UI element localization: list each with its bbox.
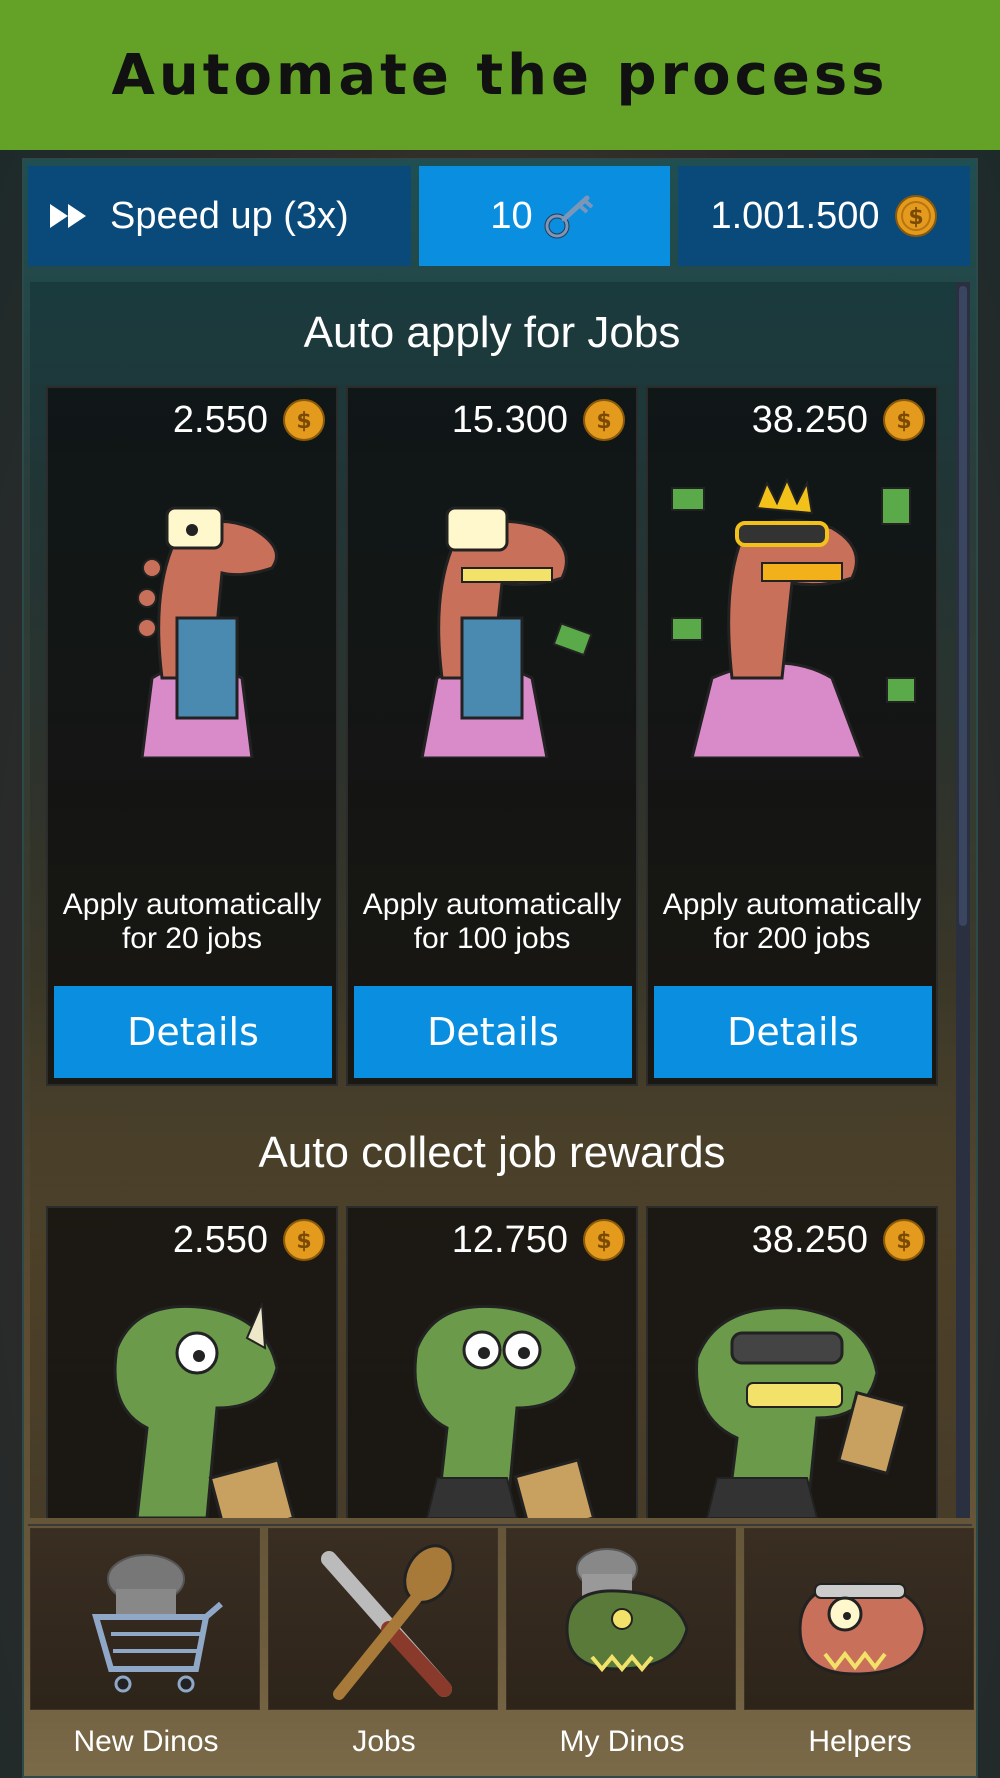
scrollbar-thumb[interactable]	[959, 286, 967, 926]
coin-balance[interactable]: 1.001.500 $	[678, 166, 970, 266]
coin-icon: $	[283, 1219, 325, 1261]
nav-label-new-dinos: New Dinos	[73, 1725, 219, 1758]
green-dino-suit-icon	[413, 1304, 596, 1518]
helper-card-collect-3: 38.250 $	[646, 1206, 938, 1518]
nav-tab-helpers[interactable]: Helpers	[744, 1528, 974, 1758]
price: 12.750 $	[452, 1218, 626, 1262]
details-button[interactable]: Details	[654, 986, 932, 1078]
knife-spoon-icon	[321, 1544, 455, 1700]
svg-text:$: $	[296, 409, 311, 434]
price-value: 38.250	[751, 1218, 868, 1261]
green-dino-boss-icon	[695, 1306, 908, 1518]
coin-icon: $	[883, 1219, 925, 1261]
helper-card-apply-20: 2.550 $ Apply automatically for 20 jobs …	[46, 386, 338, 1086]
dino-chef-icon	[565, 1548, 689, 1673]
key-icon	[544, 195, 593, 239]
dino-helper-icon	[798, 1582, 927, 1676]
helpers-list[interactable]: Auto apply for Jobs 2.550 $ Apply automa…	[30, 282, 970, 1518]
speed-up-label: Speed up (3x)	[110, 194, 349, 237]
svg-text:$: $	[896, 409, 911, 434]
top-bar: Speed up (3x) 10 1.001.500 $	[28, 166, 972, 268]
header-banner: Automate the process	[0, 0, 1000, 150]
green-dino-clipboard-icon	[113, 1302, 296, 1518]
dino-clerk-icon	[137, 506, 278, 758]
helper-card-collect-1: 2.550 $	[46, 1206, 338, 1518]
svg-text:$: $	[296, 1229, 311, 1254]
nav-tab-my-dinos[interactable]: My Dinos	[506, 1528, 736, 1758]
helper-card-apply-200: 38.250 $ Apply automatically for 200 job…	[646, 386, 938, 1086]
svg-text:$: $	[596, 409, 611, 434]
coin-icon: $	[583, 1219, 625, 1261]
description: Apply automatically for 100 jobs	[362, 888, 622, 955]
coin-icon: $	[583, 399, 625, 441]
price-value: 2.550	[172, 1218, 268, 1261]
nav-label-jobs: Jobs	[352, 1725, 416, 1758]
keys-counter[interactable]: 10	[419, 166, 670, 266]
dino-braces-icon	[420, 506, 593, 758]
coin-amount: 1.001.500	[710, 194, 880, 237]
dino-rich-icon	[671, 477, 916, 758]
price-value: 2.550	[172, 398, 268, 441]
shopping-cart-icon	[92, 1554, 223, 1693]
helper-card-apply-100: 15.300 $ Apply automatically for 100 job…	[346, 386, 638, 1086]
nav-tab-new-dinos[interactable]: New Dinos	[30, 1528, 260, 1758]
keys-count: 10	[490, 194, 533, 237]
price: 2.550 $	[173, 398, 326, 442]
helper-card-collect-2: 12.750 $	[346, 1206, 638, 1518]
price-value: 15.300	[451, 398, 568, 441]
coin-icon: $	[894, 195, 937, 237]
price-value: 38.250	[751, 398, 868, 441]
nav-label-helpers: Helpers	[808, 1725, 912, 1758]
price-value: 12.750	[451, 1218, 568, 1261]
details-button[interactable]: Details	[354, 986, 632, 1078]
nav-label-my-dinos: My Dinos	[559, 1725, 685, 1758]
price: 38.250 $	[752, 398, 926, 442]
bottom-navigation: New Dinos Jobs My Dinos Helpers	[28, 1524, 974, 1778]
price: 38.250 $	[752, 1218, 926, 1262]
description: Apply automatically for 200 jobs	[662, 888, 922, 955]
scrollbar[interactable]	[956, 282, 970, 1518]
price: 15.300 $	[452, 398, 626, 442]
details-button[interactable]: Details	[54, 986, 332, 1078]
page-title: Automate the process	[111, 42, 889, 108]
nav-tab-jobs[interactable]: Jobs	[268, 1528, 498, 1758]
svg-text:$: $	[908, 205, 923, 230]
fast-forward-icon	[50, 204, 86, 228]
price: 2.550 $	[173, 1218, 326, 1262]
coin-icon: $	[883, 399, 925, 441]
speed-up-button[interactable]: Speed up (3x)	[28, 166, 411, 266]
svg-text:$: $	[896, 1229, 911, 1254]
section-title-auto-apply: Auto apply for Jobs	[303, 308, 681, 357]
section-title-auto-collect: Auto collect job rewards	[258, 1128, 726, 1177]
coin-icon: $	[283, 399, 325, 441]
description: Apply automatically for 20 jobs	[62, 888, 322, 955]
svg-text:$: $	[596, 1229, 611, 1254]
